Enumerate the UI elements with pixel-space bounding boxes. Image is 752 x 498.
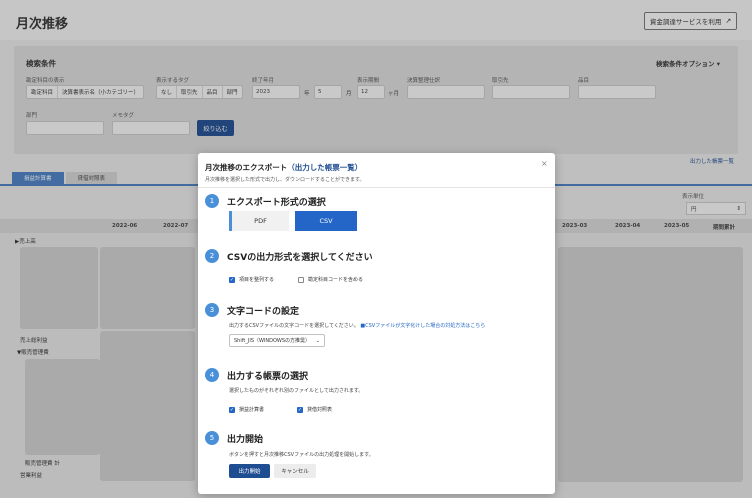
step-title: 出力する帳票の選択 — [227, 372, 309, 382]
encoding-desc-text: 出力するCSVファイルの文字コードを選択してください。 — [229, 323, 359, 329]
modal-subtitle: 月次推移を選択した形式で出力し、ダウンロードすることができます。 — [205, 177, 365, 183]
checkbox-unchecked-icon — [298, 276, 304, 283]
encoding-description: 出力するCSVファイルの文字コードを選択してください。 ■CSVファイルが文字化… — [229, 322, 485, 329]
garbled-text-help-link[interactable]: ■CSVファイルが文字化けした場合の対処方法はこちら — [360, 323, 485, 329]
chevron-down-icon: ⌄ — [315, 337, 320, 344]
modal-title: 月次推移のエクスポート（出力した帳票一覧） — [205, 162, 362, 173]
encoding-select[interactable]: Shift_JIS（WINDOWSの方推奨） ⌄ — [229, 334, 325, 347]
step-title: 文字コードの設定 — [227, 307, 300, 317]
step-number: 5 — [205, 431, 219, 445]
output-list-modal-link[interactable]: （出力した帳票一覧） — [287, 163, 362, 172]
step-title: CSVの出力形式を選択してください — [227, 253, 373, 263]
export-modal: 月次推移のエクスポート（出力した帳票一覧） 月次推移を選択した形式で出力し、ダウ… — [198, 153, 555, 494]
format-csv-button[interactable]: CSV — [295, 211, 357, 231]
checkbox-label: 貸借対照表 — [307, 407, 333, 413]
step-number: 2 — [205, 249, 219, 263]
modal-title-text: 月次推移のエクスポート — [205, 163, 288, 172]
checkbox-label: 勘定科目コードを含める — [308, 277, 364, 283]
step-title: 出力開始 — [227, 435, 264, 445]
checkbox-checked-icon: ✓ — [229, 276, 235, 283]
checkbox-label: 損益計算書 — [239, 407, 265, 413]
format-pdf-button[interactable]: PDF — [229, 211, 289, 231]
checkbox-checked-icon: ✓ — [229, 406, 235, 413]
step-number: 1 — [205, 194, 219, 208]
checkbox-checked-icon: ✓ — [297, 406, 303, 413]
modal-divider — [198, 187, 555, 188]
start-export-button[interactable]: 出力開始 — [229, 464, 270, 478]
balance-sheet-checkbox[interactable]: ✓ 貸借対照表 — [297, 406, 332, 413]
step-number: 3 — [205, 303, 219, 317]
close-icon[interactable]: × — [541, 159, 548, 168]
encoding-value: Shift_JIS（WINDOWSの方推奨） — [234, 338, 311, 344]
step-number: 4 — [205, 368, 219, 382]
start-description: ボタンを押すと月次推移CSVファイルの出力処理を開始します。 — [229, 452, 374, 458]
cancel-button[interactable]: キャンセル — [274, 464, 316, 478]
step-title: エクスポート形式の選択 — [227, 198, 326, 208]
report-selection-description: 選択したものがそれぞれ別のファイルとして出力されます。 — [229, 388, 364, 394]
align-items-checkbox[interactable]: ✓ 項目を整列する — [229, 276, 274, 283]
include-account-code-checkbox[interactable]: 勘定科目コードを含める — [298, 276, 363, 283]
checkbox-label: 項目を整列する — [239, 277, 275, 283]
income-statement-checkbox[interactable]: ✓ 損益計算書 — [229, 406, 264, 413]
